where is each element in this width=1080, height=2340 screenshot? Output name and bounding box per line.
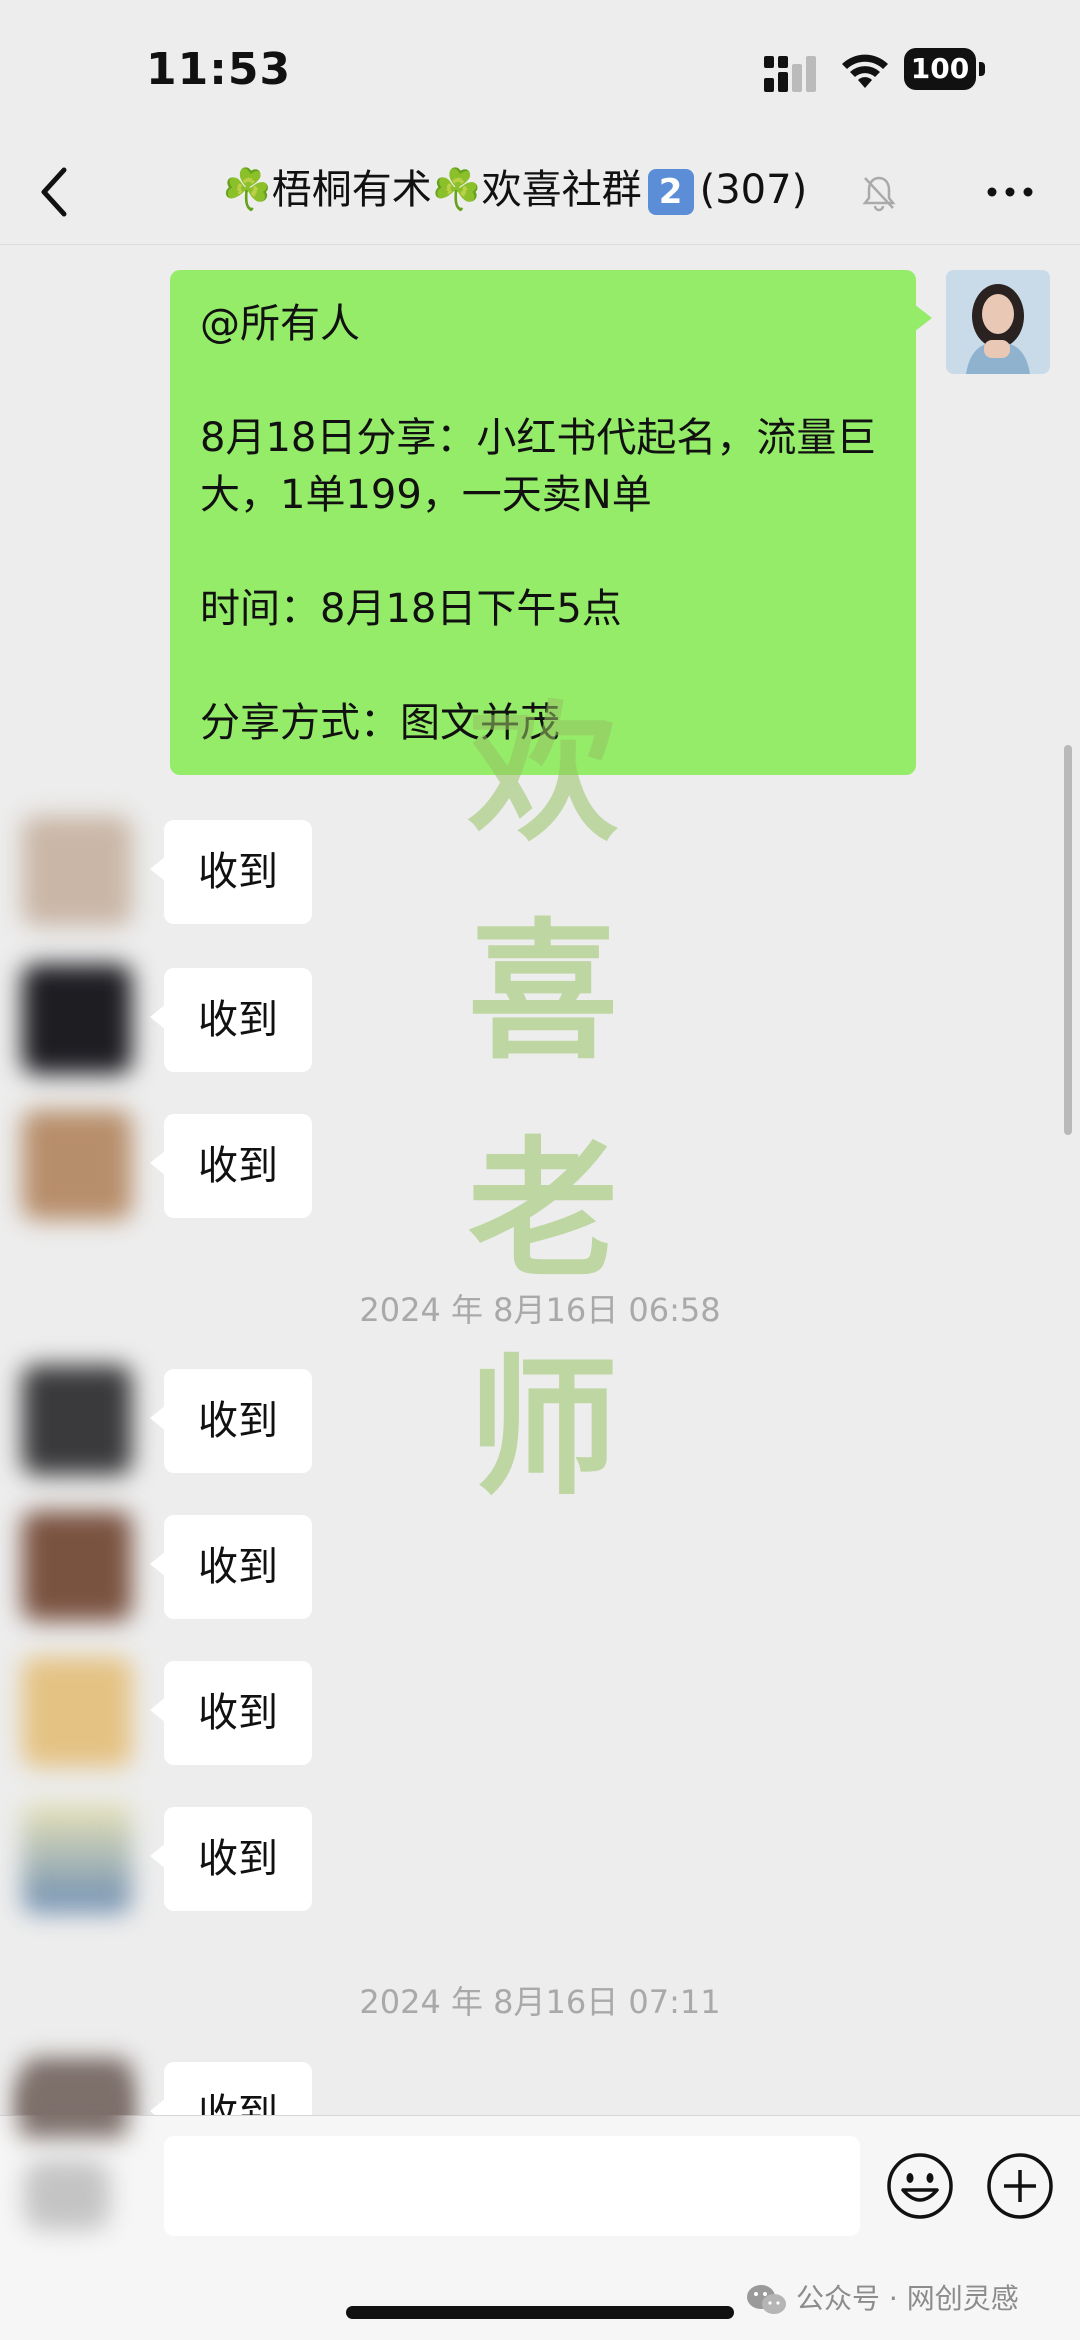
member-count: (307) [699,167,808,213]
reply-bubble[interactable]: 收到 [150,2062,312,2115]
battery-level: 100 [904,48,976,90]
reply-bubble[interactable]: 收到 [150,1515,312,1619]
emoji-icon[interactable] [886,2152,954,2220]
avatar[interactable] [22,1803,132,1913]
message-row: 收到 [0,1657,1080,1767]
reply-bubble[interactable]: 收到 [150,820,312,924]
avatar[interactable] [22,816,132,926]
number-badge: 2 [647,169,694,215]
message-row: 收到 [0,816,1080,926]
chat-title-name: ☘️梧桐有术☘️欢喜社群 [222,167,642,213]
chat-title: ☘️梧桐有术☘️欢喜社群 2 (307) [222,160,807,220]
announcement-bubble[interactable]: @所有人 8月18日分享：小红书代起名，流量巨大，1单199，一天卖N单 时间：… [170,270,932,775]
wechat-logo-icon [747,2285,786,2314]
avatar[interactable] [22,1511,132,1621]
mute-bell-icon [862,176,896,212]
share-method: 分享方式：图文并茂 [200,700,560,746]
scrollbar[interactable] [1064,745,1072,1135]
message-row: 收到 [0,2058,1080,2115]
back-arrow-icon[interactable] [36,162,76,222]
avatar[interactable] [22,1365,132,1475]
avatar[interactable] [22,964,132,1074]
timestamp: 2024 年 8月16日 07:11 [359,1983,721,2021]
wifi-icon [842,54,888,88]
avatar[interactable] [22,1110,132,1220]
share-topic: 8月18日分享：小红书代起名，流量巨大，1单199，一天卖N单 [200,415,877,518]
message-row: 收到 [0,964,1080,1074]
reply-bubble[interactable]: 收到 [150,1661,312,1765]
input-bar: 公众号 · 网创灵感 [0,2078,1080,2340]
message-list[interactable]: @所有人 8月18日分享：小红书代起名，流量巨大，1单199，一天卖N单 时间：… [0,245,1080,2115]
avatar [24,2160,110,2230]
credit-text: 公众号 · 网创灵感 [796,2282,1019,2315]
message-row: 收到 [0,1110,1080,1220]
reply-bubble[interactable]: 收到 [150,1807,312,1911]
more-options-icon[interactable] [984,168,1036,216]
cellular-signal-icon [764,56,816,92]
battery-indicator: 100 [904,48,986,90]
home-indicator[interactable] [346,2306,734,2319]
timestamp: 2024 年 8月16日 06:58 [359,1291,721,1329]
status-bar: 11:53 100 [0,0,1080,140]
avatar[interactable] [22,1657,132,1767]
source-credit: 公众号 · 网创灵感 [746,2277,1019,2317]
plus-icon[interactable] [986,2152,1054,2220]
mention-all: @所有人 [200,301,360,347]
reply-bubble[interactable]: 收到 [150,1114,312,1218]
reply-bubble[interactable]: 收到 [150,1369,312,1473]
message-row: 收到 [0,1803,1080,1913]
message-row: 收到 [0,1511,1080,1621]
reply-bubble[interactable]: 收到 [150,968,312,1072]
message-input[interactable] [164,2136,860,2236]
chat-header: ☘️梧桐有术☘️欢喜社群 2 (307) [0,140,1080,245]
avatar-portrait-icon [946,270,1050,374]
avatar [18,2078,128,2138]
share-time: 时间：8月18日下午5点 [200,586,622,632]
self-avatar[interactable] [946,270,1050,374]
battery-nub [979,62,985,76]
message-row: 收到 [0,1365,1080,1475]
status-time: 11:53 [146,44,292,95]
